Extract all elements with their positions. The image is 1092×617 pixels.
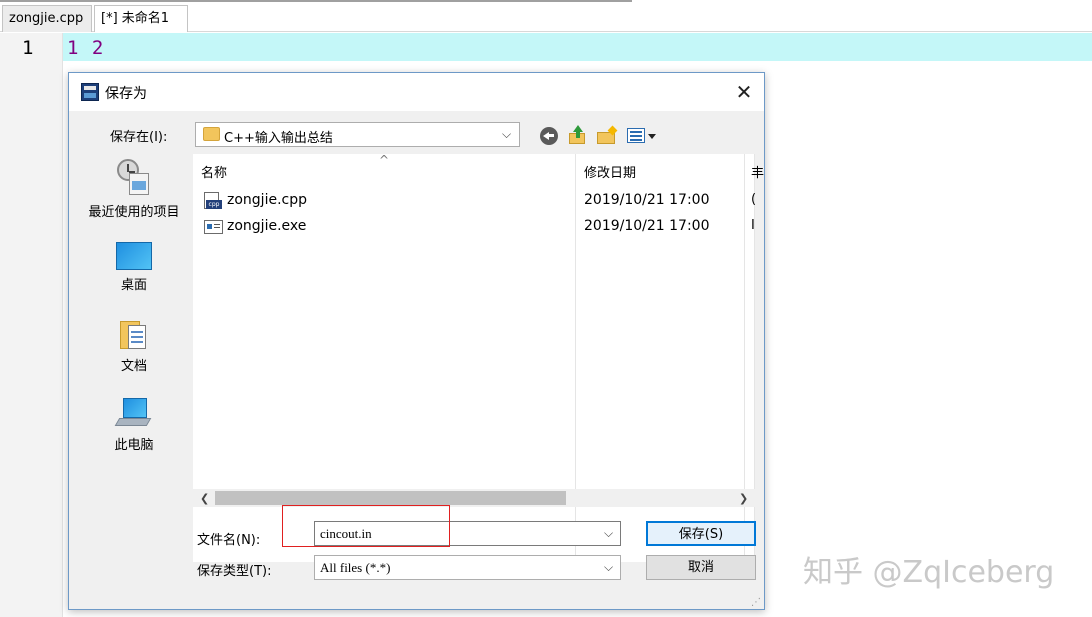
close-icon[interactable]: ✕ bbox=[733, 81, 755, 103]
back-icon[interactable] bbox=[540, 127, 558, 145]
file-row-zongjie-cpp[interactable]: cpp zongjie.cpp 2019/10/21 17:00 ( bbox=[193, 189, 757, 213]
chevron-down-icon[interactable]: ⌵ bbox=[604, 526, 613, 541]
highlight-annotation-box bbox=[282, 505, 450, 547]
save-button[interactable]: 保存(S) bbox=[646, 521, 756, 546]
zhihu-watermark: 知乎 @ZqIceberg bbox=[803, 555, 1055, 590]
save-in-dropdown[interactable]: C++输入输出总结 ⌵ bbox=[195, 122, 520, 147]
column-header-name[interactable]: 名称 bbox=[201, 162, 227, 181]
dev-cpp-app-icon bbox=[81, 83, 99, 101]
scroll-left-icon[interactable]: ❮ bbox=[200, 492, 209, 505]
cancel-button[interactable]: 取消 bbox=[646, 555, 756, 580]
scroll-right-icon[interactable]: ❯ bbox=[739, 492, 748, 505]
cpp-file-icon: cpp bbox=[204, 192, 223, 209]
line-number: 1 bbox=[22, 37, 34, 59]
file-name: zongjie.exe bbox=[227, 218, 307, 234]
file-name: zongjie.cpp bbox=[227, 192, 307, 208]
file-row-zongjie-exe[interactable]: zongjie.exe 2019/10/21 17:00 I bbox=[193, 215, 755, 239]
file-third-column: I bbox=[751, 218, 755, 233]
file-name-label: 文件名(N): bbox=[197, 533, 261, 548]
this-pc-icon bbox=[114, 396, 153, 430]
tab-label: [*] 未命名1 bbox=[101, 11, 170, 26]
save-in-label: 保存在(I): bbox=[110, 130, 168, 145]
documents-icon bbox=[118, 319, 150, 351]
sort-ascending-icon: ^ bbox=[379, 153, 390, 167]
up-folder-icon[interactable] bbox=[567, 125, 587, 145]
resize-grip-icon[interactable]: ⋰ bbox=[751, 597, 761, 608]
places-bar: 最近使用的项目 桌面 文档 此电脑 bbox=[77, 153, 191, 598]
code-text[interactable]: 1 2 bbox=[67, 37, 104, 59]
new-folder-icon[interactable] bbox=[597, 125, 618, 145]
file-modified: 2019/10/21 17:00 bbox=[584, 192, 710, 208]
place-documents[interactable]: 文档 bbox=[77, 319, 191, 374]
column-header-modified[interactable]: 修改日期 bbox=[584, 162, 636, 181]
place-label: 文档 bbox=[120, 359, 147, 374]
horizontal-scrollbar[interactable]: ❮ ❯ bbox=[193, 489, 755, 507]
file-modified: 2019/10/21 17:00 bbox=[584, 218, 710, 234]
column-header-truncated[interactable]: 丰 bbox=[751, 162, 764, 181]
folder-icon bbox=[203, 127, 220, 141]
place-recent-items[interactable]: 最近使用的项目 bbox=[77, 159, 191, 220]
tab-untitled-1[interactable]: [*] 未命名1 bbox=[94, 5, 188, 32]
line-number-gutter bbox=[0, 33, 63, 617]
file-third-column: ( bbox=[751, 192, 757, 207]
save-type-value: All files (*.*) bbox=[320, 560, 391, 575]
place-desktop[interactable]: 桌面 bbox=[77, 242, 191, 293]
dialog-title-bar: 保存为 ✕ bbox=[69, 73, 764, 111]
editor-tab-bar: zongjie.cpp [*] 未命名1 bbox=[0, 2, 1092, 32]
dialog-title: 保存为 bbox=[105, 86, 147, 102]
tab-zongjie-cpp[interactable]: zongjie.cpp bbox=[2, 5, 92, 32]
current-line-highlight bbox=[63, 33, 1092, 61]
desktop-icon bbox=[116, 242, 152, 270]
chevron-down-icon: ⌵ bbox=[604, 560, 614, 574]
save-type-label: 保存类型(T): bbox=[197, 564, 272, 579]
place-this-pc[interactable]: 此电脑 bbox=[77, 396, 191, 453]
view-menu-icon[interactable] bbox=[627, 127, 657, 145]
exe-file-icon bbox=[204, 218, 223, 235]
place-label: 此电脑 bbox=[114, 438, 154, 453]
tab-label: zongjie.cpp bbox=[9, 11, 84, 26]
recent-items-icon bbox=[115, 159, 153, 197]
scrollbar-thumb[interactable] bbox=[215, 491, 566, 505]
save-type-dropdown[interactable]: All files (*.*) ⌵ bbox=[314, 555, 621, 580]
save-in-value: C++输入输出总结 bbox=[224, 131, 333, 146]
place-label: 最近使用的项目 bbox=[88, 205, 180, 220]
chevron-down-icon: ⌵ bbox=[502, 127, 512, 141]
save-as-dialog: 保存为 ✕ 保存在(I): C++输入输出总结 ⌵ 最近使用的项目 桌面 文档 … bbox=[68, 72, 765, 610]
place-label: 桌面 bbox=[120, 278, 147, 293]
